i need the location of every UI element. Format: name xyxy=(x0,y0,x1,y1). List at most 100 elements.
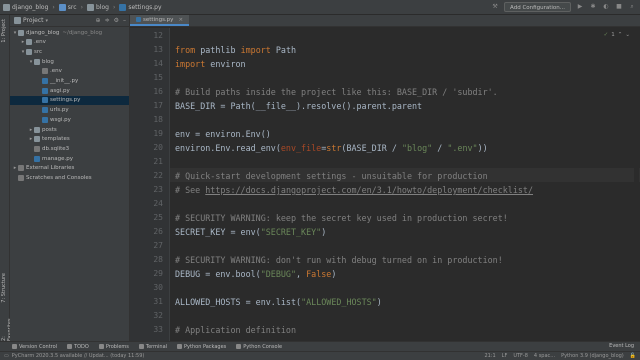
code-line[interactable]: import environ xyxy=(175,57,246,71)
code-line[interactable]: environ.Env.read_env(env_file=str(BASE_D… xyxy=(175,141,488,155)
indent-setting[interactable]: 4 spac... xyxy=(534,353,555,359)
tree-item[interactable]: Scratches and Consoles xyxy=(10,174,129,183)
coverage-icon[interactable]: ◐ xyxy=(602,3,610,11)
breadcrumb-blog[interactable]: blog xyxy=(86,3,109,11)
line-number: 27 xyxy=(153,241,163,250)
code-line[interactable]: # SECURITY WARNING: keep the secret key … xyxy=(175,211,508,225)
project-tool-tab[interactable]: 1: Project xyxy=(1,19,7,43)
stop-icon[interactable]: ■ xyxy=(615,3,623,11)
file-encoding[interactable]: UTF-8 xyxy=(513,353,528,359)
line-number: 25 xyxy=(153,213,163,222)
status-message[interactable]: PyCharm 2020.3.5 available // Updat... (… xyxy=(12,353,145,359)
code-token: # SECURITY WARNING: don't run with debug… xyxy=(175,255,503,265)
tree-item[interactable]: __init__.py xyxy=(10,77,129,86)
tree-item[interactable]: .env xyxy=(10,67,129,76)
code-line[interactable]: # See https://docs.djangoproject.com/en/… xyxy=(175,183,533,197)
folder-icon xyxy=(26,48,32,55)
line-number: 20 xyxy=(153,143,163,152)
add-configuration-button[interactable]: Add Configuration... xyxy=(504,2,571,12)
chevron-up-icon[interactable]: ⌃ xyxy=(618,32,623,38)
tool-window-terminal[interactable]: Terminal xyxy=(138,344,167,350)
debug-icon[interactable]: ✱ xyxy=(589,3,597,11)
code-token: "ALLOWED_HOSTS" xyxy=(301,297,377,307)
tool-window-version-control[interactable]: Version Control xyxy=(12,344,57,350)
folder-icon xyxy=(86,3,94,11)
code-line[interactable]: DEBUG = env.bool("DEBUG", False) xyxy=(175,267,336,281)
line-number: 12 xyxy=(153,31,163,40)
python-file-icon xyxy=(42,78,48,84)
folder-icon xyxy=(34,58,40,65)
folder-icon xyxy=(26,39,32,46)
line-number: 30 xyxy=(153,283,163,292)
tree-item[interactable]: ▸ templates xyxy=(10,135,129,144)
tool-window-icon xyxy=(236,344,242,349)
editor-scrollbar[interactable] xyxy=(634,43,639,333)
tool-window-problems[interactable]: Problems xyxy=(98,344,129,350)
tree-item-label: __init__.py xyxy=(50,78,79,84)
hammer-icon[interactable]: ⚒ xyxy=(491,3,499,11)
tree-item[interactable]: asgi.py xyxy=(10,86,129,95)
chevron-down-icon[interactable]: ⌄ xyxy=(625,32,630,38)
caret-position[interactable]: 21:1 xyxy=(484,353,495,359)
event-log-button[interactable]: Event Log xyxy=(609,343,634,349)
code-line[interactable]: BASE_DIR = Path(__file__).resolve().pare… xyxy=(175,99,422,113)
line-separator[interactable]: LF xyxy=(502,353,508,359)
code-line[interactable]: env = environ.Env() xyxy=(175,127,271,141)
tree-item[interactable]: ▸ .env xyxy=(10,38,129,47)
tab-settings-py[interactable]: settings.py × xyxy=(130,15,190,26)
locate-icon[interactable]: ⊕ xyxy=(96,17,101,24)
tree-item[interactable]: ▾ blog xyxy=(10,57,129,66)
lock-icon[interactable]: 🔓 xyxy=(630,353,636,359)
code-token: environ xyxy=(210,59,246,69)
search-icon[interactable]: ⌕ xyxy=(628,3,636,11)
folder-icon xyxy=(34,126,40,133)
tool-window-label: Python Packages xyxy=(184,343,227,350)
tree-item[interactable]: urls.py xyxy=(10,106,129,115)
project-panel-title[interactable]: Project xyxy=(23,17,44,24)
tree-item[interactable]: db.sqlite3 xyxy=(10,144,129,153)
code-token: BASE_DIR = Path(__file__).resolve().pare… xyxy=(175,101,423,111)
line-number: 24 xyxy=(153,199,163,208)
python-interpreter[interactable]: Python 3.9 (django_blog) xyxy=(561,353,624,359)
code-line[interactable]: # Build paths inside the project like th… xyxy=(175,85,498,99)
hide-icon[interactable]: – xyxy=(123,17,126,24)
code-line[interactable]: ALLOWED_HOSTS = env.list("ALLOWED_HOSTS"… xyxy=(175,295,382,309)
run-icon[interactable]: ▶ xyxy=(576,3,584,11)
tree-item-label: posts xyxy=(42,126,57,133)
code-line[interactable]: # SECURITY WARNING: don't run with debug… xyxy=(175,253,503,267)
check-icon: ✓ xyxy=(603,32,609,38)
breadcrumb-file[interactable]: settings.py xyxy=(119,3,162,11)
close-icon[interactable]: × xyxy=(178,17,183,23)
tool-window-icon xyxy=(98,344,104,349)
code-line[interactable]: # Application definition xyxy=(175,323,296,337)
tree-item[interactable]: wsgi.py xyxy=(10,115,129,124)
breadcrumb-separator: › xyxy=(80,3,83,11)
code-line[interactable]: # Quick-start development settings - uns… xyxy=(175,169,488,183)
tool-window-python-packages[interactable]: Python Packages xyxy=(177,344,226,350)
tool-window-todo[interactable]: TODO xyxy=(67,344,89,350)
tree-item-label: blog xyxy=(42,58,54,65)
line-number: 21 xyxy=(153,157,163,166)
tree-item[interactable]: ▸ External Libraries xyxy=(10,164,129,173)
code-link[interactable]: https://docs.djangoproject.com/en/3.1/ho… xyxy=(205,185,533,195)
code-token: (BASE_DIR / xyxy=(341,143,402,153)
collapse-icon[interactable]: ≑ xyxy=(105,17,110,24)
inspection-widget[interactable]: ✓ 1 ⌃ ⌄ xyxy=(604,32,630,38)
code-line[interactable]: SECRET_KEY = env("SECRET_KEY") xyxy=(175,225,326,239)
navigation-bar: django_blog › src › blog › settings.py ⚒… xyxy=(0,0,640,15)
code-line[interactable]: from pathlib import Path xyxy=(175,43,296,57)
tree-item[interactable]: ▾ src xyxy=(10,47,129,56)
tree-item-label: db.sqlite3 xyxy=(42,145,70,152)
tree-item[interactable]: ▾ django_blog ~/django_blog xyxy=(10,28,129,37)
gear-icon[interactable]: ⚙ xyxy=(114,17,119,24)
tree-item-label: manage.py xyxy=(42,155,73,162)
structure-tool-tab[interactable]: 7: Structure xyxy=(1,273,7,303)
tool-window-python-console[interactable]: Python Console xyxy=(236,344,282,350)
tree-item[interactable]: manage.py xyxy=(10,154,129,163)
breadcrumb-src[interactable]: src xyxy=(58,3,77,11)
tree-item[interactable]: settings.py xyxy=(10,95,129,105)
breadcrumb-project[interactable]: django_blog xyxy=(3,3,48,11)
line-number: 26 xyxy=(153,227,163,236)
tree-item[interactable]: ▸ posts xyxy=(10,125,129,134)
chevron-down-icon[interactable]: ▾ xyxy=(46,18,49,24)
